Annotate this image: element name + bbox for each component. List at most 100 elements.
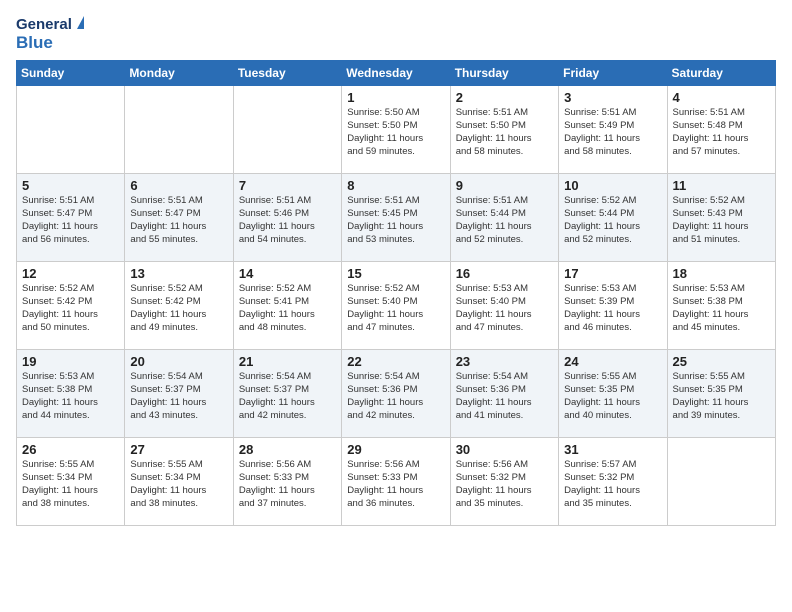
day-number: 9: [456, 178, 553, 193]
calendar-cell: 23Sunrise: 5:54 AM Sunset: 5:36 PM Dayli…: [450, 350, 558, 438]
calendar-cell: 4 Sunrise: 5:51 AM Sunset: 5:48 PM Daylig…: [667, 86, 775, 174]
day-number: 14: [239, 266, 336, 281]
day-number: 19: [22, 354, 119, 369]
calendar-cell: 13 Sunrise: 5:52 AM Sunset: 5:42 PM Dayli…: [125, 262, 233, 350]
calendar-cell: 31 Sunrise: 5:57 AM Sunset: 5:32 PM Dayli…: [559, 438, 667, 526]
cell-info: Sunrise: 5:55 AM Sunset: 5:34 PM Dayligh…: [22, 459, 119, 510]
day-number: 30: [456, 442, 553, 457]
calendar-cell: 16 Sunrise: 5:53 AM Sunset: 5:40 PM Dayli…: [450, 262, 558, 350]
calendar-cell: 7 Sunrise: 5:51 AM Sunset: 5:46 PM Daylig…: [233, 174, 341, 262]
weekday-header-wednesday: Wednesday: [342, 61, 450, 86]
calendar-cell: 26Sunrise: 5:55 AM Sunset: 5:34 PM Dayli…: [17, 438, 125, 526]
calendar-cell: 29Sunrise: 5:56 AM Sunset: 5:33 PM Dayli…: [342, 438, 450, 526]
calendar-cell: 21Sunrise: 5:54 AM Sunset: 5:37 PM Dayli…: [233, 350, 341, 438]
day-number: 31: [564, 442, 661, 457]
calendar-cell: 14 Sunrise: 5:52 AM Sunset: 5:41 PM Dayli…: [233, 262, 341, 350]
calendar-cell: 30 Sunrise: 5:56 AM Sunset: 5:32 PM Dayli…: [450, 438, 558, 526]
weekday-header-sunday: Sunday: [17, 61, 125, 86]
cell-info: Sunrise: 5:51 AM Sunset: 5:46 PM Dayligh…: [239, 195, 336, 246]
calendar-cell: [17, 86, 125, 174]
calendar-cell: 22Sunrise: 5:54 AM Sunset: 5:36 PM Dayli…: [342, 350, 450, 438]
calendar-cell: 8 Sunrise: 5:51 AM Sunset: 5:45 PM Daylig…: [342, 174, 450, 262]
day-number: 4: [673, 90, 770, 105]
page-header: General Blue: [16, 16, 776, 52]
cell-info: Sunrise: 5:51 AM Sunset: 5:47 PM Dayligh…: [130, 195, 227, 246]
cell-info: Sunrise: 5:51 AM Sunset: 5:48 PM Dayligh…: [673, 107, 770, 158]
day-number: 5: [22, 178, 119, 193]
cell-info: Sunrise: 5:53 AM Sunset: 5:38 PM Dayligh…: [673, 283, 770, 334]
calendar-week-3: 12 Sunrise: 5:52 AM Sunset: 5:42 PM Dayli…: [17, 262, 776, 350]
calendar-cell: 3 Sunrise: 5:51 AM Sunset: 5:49 PM Daylig…: [559, 86, 667, 174]
cell-info: Sunrise: 5:51 AM Sunset: 5:45 PM Dayligh…: [347, 195, 444, 246]
calendar-cell: 15Sunrise: 5:52 AM Sunset: 5:40 PM Dayli…: [342, 262, 450, 350]
logo: General Blue: [16, 16, 84, 52]
cell-info: Sunrise: 5:53 AM Sunset: 5:40 PM Dayligh…: [456, 283, 553, 334]
calendar-cell: 12 Sunrise: 5:52 AM Sunset: 5:42 PM Dayli…: [17, 262, 125, 350]
day-number: 1: [347, 90, 444, 105]
cell-info: Sunrise: 5:52 AM Sunset: 5:40 PM Dayligh…: [347, 283, 444, 334]
cell-info: Sunrise: 5:55 AM Sunset: 5:35 PM Dayligh…: [673, 371, 770, 422]
calendar-table: SundayMondayTuesdayWednesdayThursdayFrid…: [16, 60, 776, 526]
calendar-week-1: 1 Sunrise: 5:50 AM Sunset: 5:50 PM Daylig…: [17, 86, 776, 174]
weekday-header-tuesday: Tuesday: [233, 61, 341, 86]
calendar-cell: [125, 86, 233, 174]
calendar-cell: 25 Sunrise: 5:55 AM Sunset: 5:35 PM Dayli…: [667, 350, 775, 438]
cell-info: Sunrise: 5:55 AM Sunset: 5:35 PM Dayligh…: [564, 371, 661, 422]
calendar-cell: 1 Sunrise: 5:50 AM Sunset: 5:50 PM Daylig…: [342, 86, 450, 174]
day-number: 3: [564, 90, 661, 105]
weekday-header-saturday: Saturday: [667, 61, 775, 86]
calendar-week-2: 5 Sunrise: 5:51 AM Sunset: 5:47 PM Daylig…: [17, 174, 776, 262]
cell-info: Sunrise: 5:54 AM Sunset: 5:37 PM Dayligh…: [239, 371, 336, 422]
day-number: 11: [673, 178, 770, 193]
logo-general: General: [16, 16, 84, 34]
day-number: 6: [130, 178, 227, 193]
day-number: 12: [22, 266, 119, 281]
calendar-cell: 27Sunrise: 5:55 AM Sunset: 5:34 PM Dayli…: [125, 438, 233, 526]
cell-info: Sunrise: 5:51 AM Sunset: 5:49 PM Dayligh…: [564, 107, 661, 158]
cell-info: Sunrise: 5:56 AM Sunset: 5:32 PM Dayligh…: [456, 459, 553, 510]
day-number: 7: [239, 178, 336, 193]
calendar-week-5: 26Sunrise: 5:55 AM Sunset: 5:34 PM Dayli…: [17, 438, 776, 526]
day-number: 17: [564, 266, 661, 281]
calendar-cell: 10Sunrise: 5:52 AM Sunset: 5:44 PM Dayli…: [559, 174, 667, 262]
cell-info: Sunrise: 5:53 AM Sunset: 5:39 PM Dayligh…: [564, 283, 661, 334]
day-number: 28: [239, 442, 336, 457]
cell-info: Sunrise: 5:52 AM Sunset: 5:44 PM Dayligh…: [564, 195, 661, 246]
cell-info: Sunrise: 5:52 AM Sunset: 5:41 PM Dayligh…: [239, 283, 336, 334]
calendar-cell: [667, 438, 775, 526]
calendar-cell: 17 Sunrise: 5:53 AM Sunset: 5:39 PM Dayli…: [559, 262, 667, 350]
weekday-header-monday: Monday: [125, 61, 233, 86]
day-number: 20: [130, 354, 227, 369]
calendar-cell: 18 Sunrise: 5:53 AM Sunset: 5:38 PM Dayli…: [667, 262, 775, 350]
weekday-header-thursday: Thursday: [450, 61, 558, 86]
cell-info: Sunrise: 5:54 AM Sunset: 5:37 PM Dayligh…: [130, 371, 227, 422]
day-number: 18: [673, 266, 770, 281]
cell-info: Sunrise: 5:56 AM Sunset: 5:33 PM Dayligh…: [239, 459, 336, 510]
cell-info: Sunrise: 5:57 AM Sunset: 5:32 PM Dayligh…: [564, 459, 661, 510]
day-number: 8: [347, 178, 444, 193]
calendar-cell: [233, 86, 341, 174]
day-number: 13: [130, 266, 227, 281]
day-number: 27: [130, 442, 227, 457]
calendar-cell: 11Sunrise: 5:52 AM Sunset: 5:43 PM Dayli…: [667, 174, 775, 262]
cell-info: Sunrise: 5:50 AM Sunset: 5:50 PM Dayligh…: [347, 107, 444, 158]
calendar-cell: 28 Sunrise: 5:56 AM Sunset: 5:33 PM Dayli…: [233, 438, 341, 526]
weekday-header-friday: Friday: [559, 61, 667, 86]
calendar-cell: 5 Sunrise: 5:51 AM Sunset: 5:47 PM Daylig…: [17, 174, 125, 262]
day-number: 29: [347, 442, 444, 457]
cell-info: Sunrise: 5:51 AM Sunset: 5:50 PM Dayligh…: [456, 107, 553, 158]
cell-info: Sunrise: 5:51 AM Sunset: 5:47 PM Dayligh…: [22, 195, 119, 246]
calendar-cell: 2Sunrise: 5:51 AM Sunset: 5:50 PM Daylig…: [450, 86, 558, 174]
cell-info: Sunrise: 5:52 AM Sunset: 5:42 PM Dayligh…: [22, 283, 119, 334]
cell-info: Sunrise: 5:54 AM Sunset: 5:36 PM Dayligh…: [456, 371, 553, 422]
calendar-cell: 20 Sunrise: 5:54 AM Sunset: 5:37 PM Dayli…: [125, 350, 233, 438]
day-number: 24: [564, 354, 661, 369]
calendar-cell: 19Sunrise: 5:53 AM Sunset: 5:38 PM Dayli…: [17, 350, 125, 438]
day-number: 22: [347, 354, 444, 369]
day-number: 25: [673, 354, 770, 369]
cell-info: Sunrise: 5:52 AM Sunset: 5:42 PM Dayligh…: [130, 283, 227, 334]
weekday-header-row: SundayMondayTuesdayWednesdayThursdayFrid…: [17, 61, 776, 86]
day-number: 16: [456, 266, 553, 281]
calendar-cell: 6 Sunrise: 5:51 AM Sunset: 5:47 PM Daylig…: [125, 174, 233, 262]
cell-info: Sunrise: 5:51 AM Sunset: 5:44 PM Dayligh…: [456, 195, 553, 246]
